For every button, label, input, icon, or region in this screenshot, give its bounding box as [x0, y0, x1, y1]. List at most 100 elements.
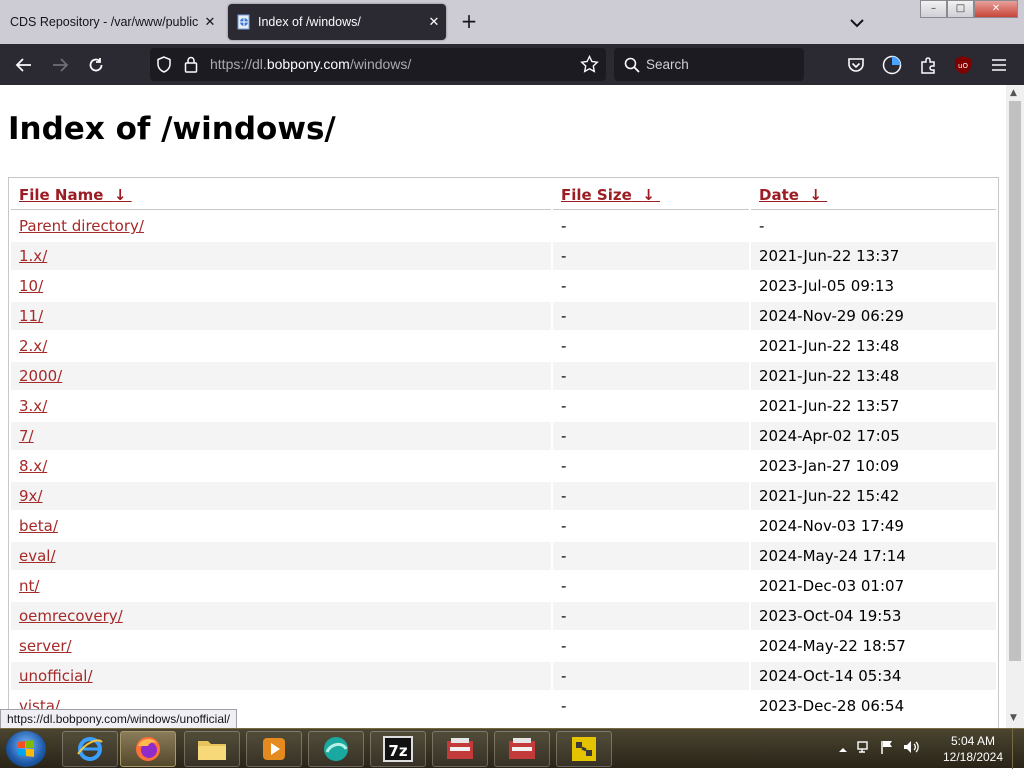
minimize-button[interactable]: –: [920, 0, 947, 18]
scrollbar-thumb[interactable]: [1009, 101, 1021, 661]
file-size-cell: -: [553, 242, 749, 270]
pocket-icon[interactable]: [845, 54, 867, 76]
firefox-icon[interactable]: [120, 731, 176, 767]
directory-link[interactable]: 10/: [19, 277, 43, 295]
directory-link[interactable]: 3.x/: [19, 397, 47, 415]
directory-link[interactable]: 2.x/: [19, 337, 47, 355]
show-hidden-icons-arrow-icon[interactable]: [838, 740, 848, 759]
directory-link[interactable]: eval/: [19, 547, 56, 565]
directory-link[interactable]: 1.x/: [19, 247, 47, 265]
directory-link[interactable]: 11/: [19, 307, 43, 325]
date-cell: 2024-Oct-14 05:34: [751, 662, 996, 690]
toolbox-app-icon[interactable]: [432, 731, 488, 767]
file-size-cell: -: [553, 302, 749, 330]
browser-globe-icon[interactable]: [308, 731, 364, 767]
column-header-file-name: File Name ↓: [11, 180, 551, 210]
link-status-tooltip: https://dl.bobpony.com/windows/unofficia…: [0, 709, 238, 730]
sort-by-file-size-link[interactable]: File Size ↓: [561, 186, 660, 204]
sort-arrow-icon: ↓: [642, 185, 655, 204]
tracking-protection-shield-icon[interactable]: [156, 56, 172, 77]
game-app-icon[interactable]: [556, 731, 612, 767]
column-label: File Size: [561, 185, 632, 204]
directory-link[interactable]: 7/: [19, 427, 34, 445]
7zip-label: 7z: [388, 742, 407, 760]
forward-arrow-icon[interactable]: [47, 52, 73, 78]
start-button-windows-logo-icon[interactable]: [6, 731, 46, 767]
taskbar-clock[interactable]: 5:04 AM 12/18/2024: [940, 733, 1006, 765]
volume-speaker-icon[interactable]: [902, 739, 920, 759]
directory-link[interactable]: beta/: [19, 517, 58, 535]
tab-close-icon[interactable]: ✕: [198, 15, 222, 30]
file-size-cell: -: [561, 637, 567, 655]
directory-link[interactable]: 2000/: [19, 367, 62, 385]
table-row: 9x/ -2021-Jun-22 15:42: [11, 482, 996, 510]
table-row: 7/ -2024-Apr-02 17:05: [11, 422, 996, 450]
tab-index-of-windows[interactable]: Index of /windows/ ✕: [228, 4, 446, 40]
directory-link[interactable]: unofficial/: [19, 667, 93, 685]
tab-strip: CDS Repository - /var/www/public ✕ Index…: [0, 0, 1024, 44]
back-arrow-icon[interactable]: [11, 52, 37, 78]
table-row: 2.x/ - 2021-Jun-22 13:48: [11, 332, 996, 360]
file-name-cell: oemrecovery/: [11, 602, 551, 630]
windows-taskbar: 7z 5:04 AM 12/18/2024: [0, 728, 1024, 769]
tab-close-icon[interactable]: ✕: [422, 15, 446, 30]
new-tab-button[interactable]: +: [456, 10, 482, 34]
sort-arrow-icon: ↓: [113, 185, 127, 204]
date-cell: 2021-Jun-22 13:57: [759, 397, 900, 415]
url-text[interactable]: https://dl.bobpony.com/windows/: [210, 56, 411, 72]
scroll-up-arrow-icon[interactable]: ▲: [1010, 88, 1017, 98]
action-center-flag-icon[interactable]: [880, 739, 894, 759]
file-size-cell: -: [561, 457, 567, 475]
account-sync-icon[interactable]: [881, 54, 903, 76]
file-explorer-folder-icon[interactable]: [184, 731, 240, 767]
clock-time: 5:04 AM: [950, 734, 996, 748]
search-bar[interactable]: Search: [614, 48, 804, 81]
reload-icon[interactable]: [83, 52, 109, 78]
column-label: File Name: [19, 185, 104, 204]
file-size-cell: -: [561, 577, 567, 595]
clock-date: 12/18/2024: [942, 750, 1004, 764]
network-icon[interactable]: [856, 739, 872, 759]
directory-link[interactable]: oemrecovery/: [19, 607, 123, 625]
show-desktop-button[interactable]: [1012, 729, 1024, 769]
directory-link[interactable]: server/: [19, 637, 72, 655]
file-size-cell: -: [561, 217, 567, 235]
date-cell: 2021-Jun-22 15:42: [751, 482, 996, 510]
sort-by-file-name-link[interactable]: File Name ↓: [19, 186, 132, 204]
directory-link[interactable]: 8.x/: [19, 457, 47, 475]
list-all-tabs-chevron-icon[interactable]: [846, 12, 868, 34]
directory-link[interactable]: Parent directory/: [19, 217, 144, 235]
table-row: 8.x/ - 2023-Jan-27 10:09: [11, 452, 996, 480]
maximize-button[interactable]: □: [947, 0, 974, 18]
date-cell: -: [759, 217, 765, 235]
directory-link[interactable]: 9x/: [19, 487, 42, 505]
file-listing: File Name ↓ File Size ↓ Date ↓ Parent di…: [8, 177, 999, 728]
ublock-origin-icon[interactable]: uO: [952, 54, 974, 76]
address-bar[interactable]: https://dl.bobpony.com/windows/: [150, 48, 606, 81]
date-cell: 2024-Nov-29 06:29: [751, 302, 996, 330]
extensions-puzzle-icon[interactable]: [917, 54, 939, 76]
file-name-cell: 3.x/: [11, 392, 551, 420]
file-name-cell: 10/: [11, 272, 551, 300]
directory-link[interactable]: nt/: [19, 577, 39, 595]
table-row: server/ - 2024-May-22 18:57: [11, 632, 996, 660]
lock-icon[interactable]: [184, 56, 198, 77]
close-window-button[interactable]: ✕: [974, 0, 1018, 18]
media-player-icon[interactable]: [246, 731, 302, 767]
date-cell: 2021-Jun-22 13:48: [759, 337, 900, 355]
internet-explorer-icon[interactable]: [62, 731, 118, 767]
file-name-cell: unofficial/: [11, 662, 551, 690]
table-row: nt/ - 2021-Dec-03 01:07: [11, 572, 996, 600]
vertical-scrollbar[interactable]: ▲ ▼: [1006, 85, 1024, 728]
sort-by-date-link[interactable]: Date ↓: [759, 186, 827, 204]
7zip-icon[interactable]: 7z: [370, 731, 426, 767]
bookmark-star-icon[interactable]: [580, 54, 599, 78]
toolbox-app-icon[interactable]: [494, 731, 550, 767]
tab-cds-repository[interactable]: CDS Repository - /var/www/public ✕: [0, 4, 222, 40]
file-size-cell: -: [553, 482, 749, 510]
file-name-cell: 8.x/: [11, 452, 551, 480]
scroll-down-arrow-icon[interactable]: ▼: [1010, 713, 1017, 723]
file-size-cell: -: [561, 517, 567, 535]
date-cell: 2021-Jun-22 13:48: [751, 362, 996, 390]
menu-hamburger-icon[interactable]: [988, 54, 1010, 76]
